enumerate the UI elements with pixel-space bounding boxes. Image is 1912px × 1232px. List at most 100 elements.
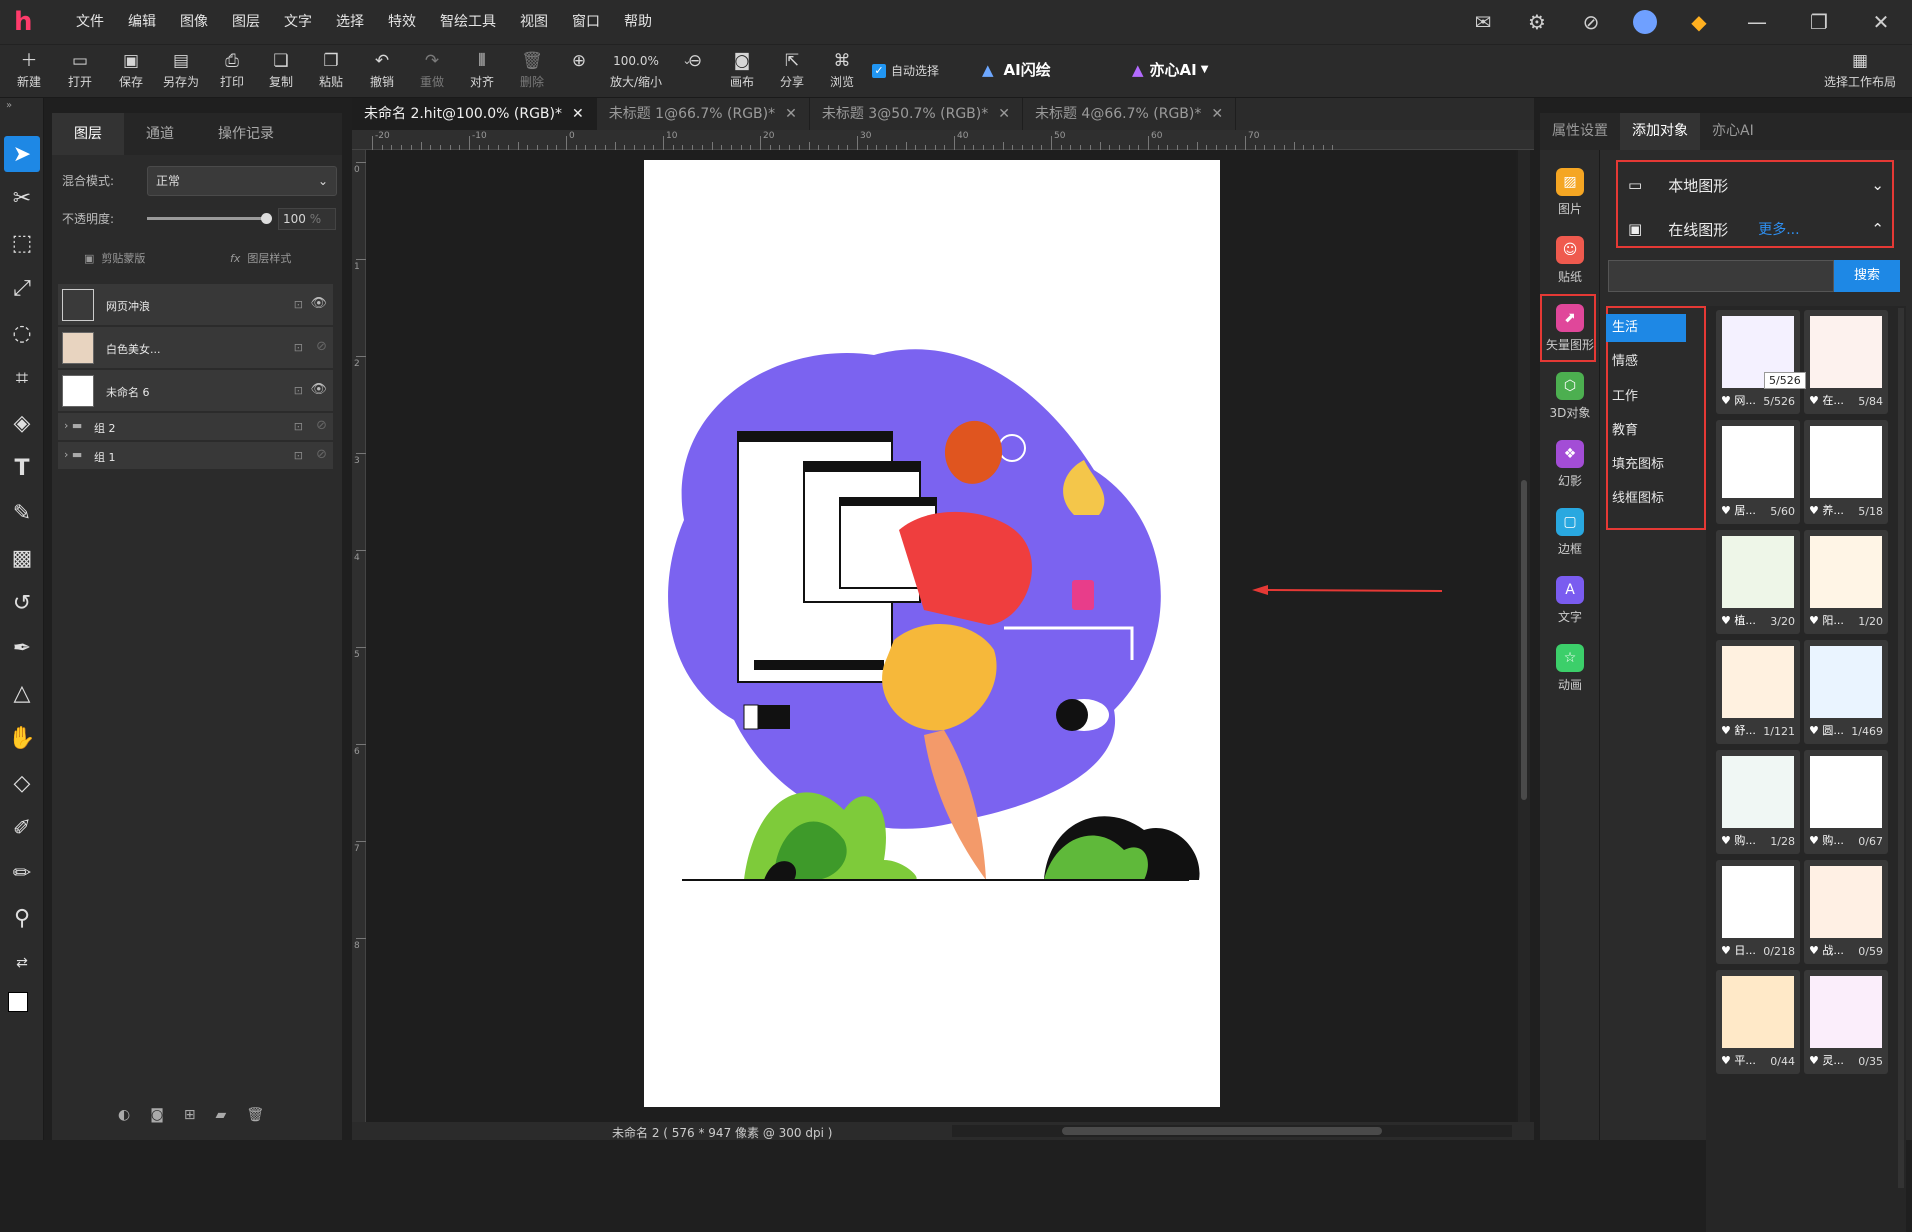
checkbox-icon[interactable]: ✓ bbox=[872, 63, 886, 78]
menu-image[interactable]: 图像 bbox=[168, 0, 220, 44]
object-type-sticker[interactable]: ☺ 贴纸 bbox=[1544, 236, 1596, 285]
minimize-icon[interactable]: — bbox=[1726, 0, 1788, 44]
menu-effects[interactable]: 特效 bbox=[376, 0, 428, 44]
zoom-control[interactable]: 100.0% 放大/缩小 bbox=[598, 49, 674, 91]
search-input[interactable] bbox=[1608, 260, 1834, 292]
heart-icon[interactable]: ♥ 圆... bbox=[1809, 722, 1844, 738]
heart-icon[interactable]: ♥ 购... bbox=[1721, 832, 1756, 848]
foreground-color[interactable] bbox=[8, 992, 28, 1012]
close-icon[interactable]: ✕ bbox=[785, 106, 797, 122]
document-canvas[interactable] bbox=[644, 160, 1220, 1107]
gem-icon[interactable]: ◆ bbox=[1672, 0, 1726, 44]
redo-button[interactable]: ↷ 重做 bbox=[407, 49, 457, 91]
eye-icon[interactable]: 👁 bbox=[310, 382, 327, 397]
local-graphics-row[interactable]: ▭ 本地图形 ⌄ bbox=[1628, 170, 1884, 200]
hand-tool-icon[interactable]: ✋ bbox=[4, 720, 40, 756]
crop-tool-icon[interactable]: ⌗ bbox=[4, 360, 40, 396]
category-life[interactable]: 生活 bbox=[1606, 314, 1686, 342]
adjustment-icon[interactable]: ◐ bbox=[118, 1107, 130, 1123]
layer-group-row[interactable]: › ▬ 组 2 ⊡ ⊘ bbox=[58, 412, 333, 440]
save-button[interactable]: ▣ 保存 bbox=[106, 49, 156, 91]
eye-off-icon[interactable]: ⊘ bbox=[316, 447, 327, 462]
delete-layer-icon[interactable]: 🗑 bbox=[246, 1107, 264, 1123]
zoom-out-button[interactable]: ⊖ bbox=[680, 49, 710, 73]
category-fill-icons[interactable]: 填充图标 bbox=[1606, 451, 1686, 479]
heart-icon[interactable]: ♥ 日... bbox=[1721, 942, 1756, 958]
asset-card[interactable]: ♥ 日... 0/218 bbox=[1716, 860, 1800, 964]
workspace-layout-button[interactable]: ▦ 选择工作布局 bbox=[1810, 49, 1910, 91]
brush-tool-icon[interactable]: ✎ bbox=[4, 495, 40, 531]
close-icon[interactable]: ✕ bbox=[998, 106, 1010, 122]
marquee-tool-icon[interactable]: ⬚ bbox=[4, 225, 40, 261]
object-type-image[interactable]: ▨ 图片 bbox=[1544, 168, 1596, 217]
object-type-3d[interactable]: ⬡ 3D对象 bbox=[1544, 372, 1596, 421]
eye-off-icon[interactable]: ⊘ bbox=[316, 418, 327, 433]
expand-icon[interactable]: » bbox=[6, 100, 12, 111]
layer-row[interactable]: 未命名 6 ⊡ 👁 bbox=[58, 369, 333, 411]
object-type-animation[interactable]: ☆ 动画 bbox=[1544, 644, 1596, 693]
eyedropper-tool-icon[interactable]: ⚲ bbox=[4, 900, 40, 936]
mask-icon[interactable]: ◙ bbox=[150, 1107, 164, 1123]
asset-card[interactable]: ♥ 战... 0/59 bbox=[1804, 860, 1888, 964]
asset-scrollbar[interactable] bbox=[1898, 308, 1904, 1188]
swap-colors-icon[interactable]: ⇄ bbox=[4, 945, 40, 981]
more-link[interactable]: 更多... bbox=[1758, 219, 1799, 239]
copy-button[interactable]: ❏ 复制 bbox=[256, 49, 306, 91]
retouch-tool-icon[interactable]: ✐ bbox=[4, 810, 40, 846]
opacity-input[interactable]: 100 % bbox=[278, 208, 336, 230]
search-button[interactable]: 搜索 bbox=[1834, 260, 1900, 292]
delete-button[interactable]: 🗑 删除 bbox=[507, 49, 557, 91]
tab-channels[interactable]: 通道 bbox=[124, 113, 196, 155]
heart-icon[interactable]: ♥ 植... bbox=[1721, 612, 1756, 628]
object-type-phantom[interactable]: ❖ 幻影 bbox=[1544, 440, 1596, 489]
fill-tool-icon[interactable]: ◈ bbox=[4, 405, 40, 441]
close-icon[interactable]: ✕ bbox=[572, 106, 584, 122]
asset-card[interactable]: ♥ 圆... 1/469 bbox=[1804, 640, 1888, 744]
pen-tool-icon[interactable]: ✒ bbox=[4, 630, 40, 666]
rotate-tool-icon[interactable]: ◇ bbox=[4, 765, 40, 801]
asset-card[interactable]: ♥ 舒... 1/121 bbox=[1716, 640, 1800, 744]
online-graphics-row[interactable]: ▣ 在线图形 更多... ⌃ bbox=[1628, 214, 1884, 244]
menu-layer[interactable]: 图层 bbox=[220, 0, 272, 44]
horizontal-scrollbar[interactable] bbox=[952, 1125, 1512, 1137]
eye-off-icon[interactable]: ⊘ bbox=[316, 339, 327, 354]
vertical-scrollbar[interactable] bbox=[1518, 150, 1530, 1122]
layer-group-row[interactable]: › ▬ 组 1 ⊡ ⊘ bbox=[58, 441, 333, 469]
heart-icon[interactable]: ♥ 灵... bbox=[1809, 1052, 1844, 1068]
doc-tab[interactable]: 未标题 3@50.7% (RGB)* ✕ bbox=[810, 98, 1023, 130]
avatar[interactable] bbox=[1618, 0, 1672, 44]
menu-smart-tools[interactable]: 智绘工具 bbox=[428, 0, 508, 44]
category-education[interactable]: 教育 bbox=[1606, 417, 1686, 445]
menu-view[interactable]: 视图 bbox=[508, 0, 560, 44]
cutout-tool-icon[interactable]: ✂ bbox=[4, 180, 40, 216]
compass-icon[interactable]: ⊘ bbox=[1564, 0, 1618, 44]
transform-tool-icon[interactable]: ⤢ bbox=[4, 270, 40, 306]
share-button[interactable]: ⇱ 分享 bbox=[767, 49, 817, 91]
opacity-slider-knob[interactable] bbox=[261, 213, 272, 224]
doc-tab[interactable]: 未标题 4@66.7% (RGB)* ✕ bbox=[1023, 98, 1237, 130]
highlight-tool-icon[interactable]: ✏ bbox=[4, 855, 40, 891]
asset-card[interactable]: ♥ 灵... 0/35 bbox=[1804, 970, 1888, 1074]
new-group-icon[interactable]: ▰ bbox=[216, 1107, 227, 1123]
menu-select[interactable]: 选择 bbox=[324, 0, 376, 44]
category-emotion[interactable]: 情感 bbox=[1606, 348, 1686, 376]
asset-card[interactable]: ♥ 在... 5/84 bbox=[1804, 310, 1888, 414]
eye-icon[interactable]: 👁 bbox=[310, 296, 327, 311]
asset-card[interactable]: ♥ 购... 1/28 bbox=[1716, 750, 1800, 854]
layer-style-button[interactable]: fx 图层样式 bbox=[230, 250, 291, 266]
browse-button[interactable]: ⌘ 浏览 bbox=[817, 49, 867, 91]
lasso-tool-icon[interactable]: ◌ bbox=[4, 315, 40, 351]
menu-edit[interactable]: 编辑 bbox=[116, 0, 168, 44]
add-layer-icon[interactable]: ⊞ bbox=[184, 1107, 196, 1123]
category-line-icons[interactable]: 线框图标 bbox=[1606, 485, 1686, 513]
object-type-text[interactable]: A 文字 bbox=[1544, 576, 1596, 625]
heart-icon[interactable]: ♥ 在... bbox=[1809, 392, 1844, 408]
tab-layers[interactable]: 图层 bbox=[52, 113, 124, 155]
mosaic-tool-icon[interactable]: ▩ bbox=[4, 540, 40, 576]
heart-icon[interactable]: ♥ 养... bbox=[1809, 502, 1844, 518]
menu-help[interactable]: 帮助 bbox=[612, 0, 664, 44]
category-work[interactable]: 工作 bbox=[1606, 383, 1686, 411]
blend-mode-select[interactable]: 正常 ⌄ bbox=[147, 166, 337, 196]
layer-row[interactable]: 白色美女... ⊡ ⊘ bbox=[58, 326, 333, 368]
asset-card[interactable]: ♥ 购... 0/67 bbox=[1804, 750, 1888, 854]
